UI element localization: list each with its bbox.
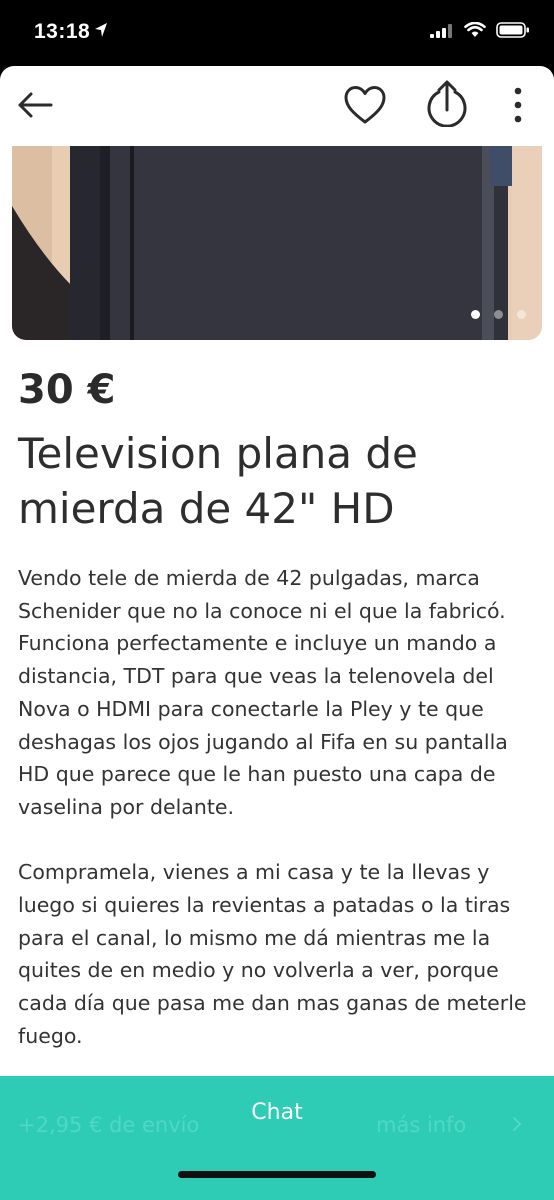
carousel-pagination <box>471 310 526 319</box>
home-indicator <box>178 1171 376 1178</box>
top-navigation-bar <box>0 66 554 144</box>
status-indicators <box>430 21 530 42</box>
product-description: Vendo tele de mierda de 42 pulgadas, mar… <box>18 566 527 1048</box>
chat-button[interactable]: Chat <box>0 1100 554 1125</box>
product-sheet: 30 € Television plana de mierda de 42" H… <box>0 66 554 1200</box>
status-time: 13:18 <box>34 20 91 43</box>
location-arrow-icon <box>94 22 108 42</box>
wifi-icon <box>464 21 486 42</box>
back-arrow-icon[interactable] <box>14 84 56 126</box>
battery-icon <box>496 22 530 42</box>
more-vert-icon[interactable] <box>506 84 530 126</box>
chevron-right-icon[interactable] <box>512 1116 522 1136</box>
carousel-dot[interactable] <box>471 310 480 319</box>
product-price: 30 € <box>18 367 116 413</box>
share-icon[interactable] <box>424 78 470 128</box>
heart-icon[interactable] <box>342 82 388 128</box>
carousel-dot[interactable] <box>517 310 526 319</box>
product-title: Television plana de mierda de 42" HD <box>18 429 418 533</box>
status-bar: 13:18 <box>0 0 554 66</box>
more-info-link[interactable]: más info <box>376 1113 466 1137</box>
signal-icon <box>430 23 454 42</box>
product-image-carousel[interactable] <box>12 146 542 340</box>
carousel-dot[interactable] <box>494 310 503 319</box>
bottom-action-bar: +2,95 € de envío Chat más info <box>0 1076 554 1200</box>
product-photo <box>12 146 542 340</box>
